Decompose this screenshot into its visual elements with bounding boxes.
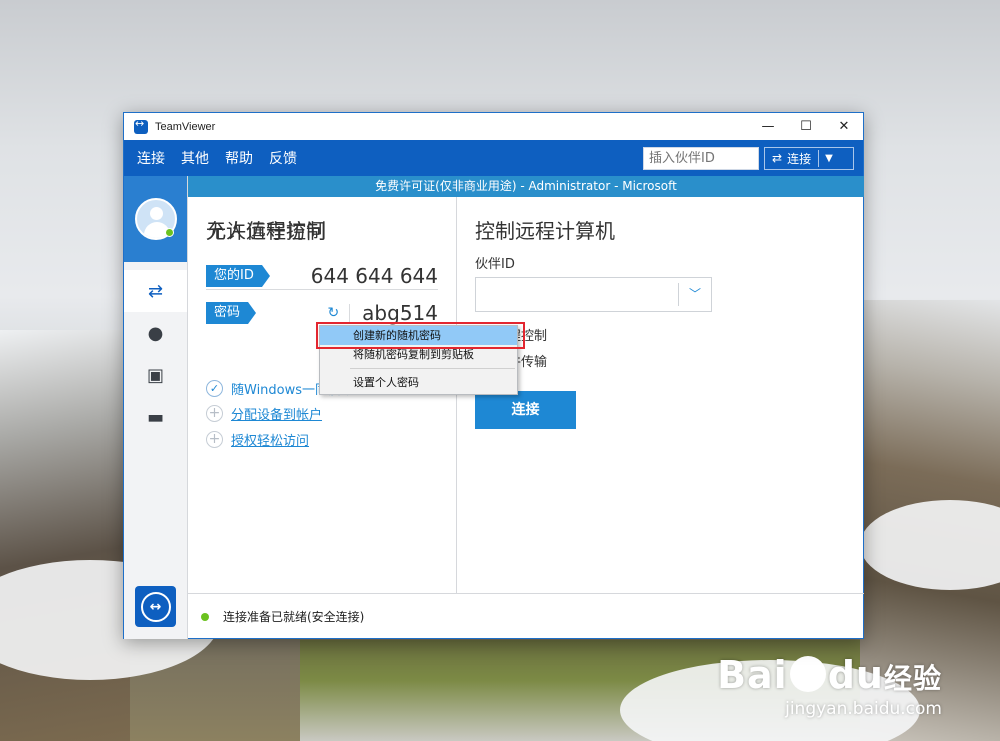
online-status-icon [165, 228, 174, 237]
profile-area[interactable] [124, 176, 187, 262]
assign-device-option[interactable]: + 分配设备到帐户 [206, 403, 322, 423]
unattended-access-title: 无人值守访问 [206, 219, 326, 243]
remote-control-icon[interactable]: ⇄ [124, 270, 187, 312]
refresh-password-icon[interactable]: ↻ [327, 305, 339, 321]
window-title: TeamViewer [155, 120, 216, 133]
divider [349, 303, 351, 322]
status-text: 连接准备已就绪(安全连接) [223, 610, 365, 624]
baidu-url: jingyan.baidu.com [785, 699, 942, 719]
partner-id-label: 伙伴ID [475, 257, 515, 272]
license-banner: 免费许可证(仅非商业用途) - Administrator - Microsof… [188, 176, 864, 197]
menu-bar: 连接 其他 帮助 反馈 ⇄ 连接 ▼ [124, 140, 863, 176]
baidu-watermark: Bai du经验 jingyan.baidu.com [717, 653, 942, 719]
chevron-down-icon[interactable]: ﹀ [679, 278, 711, 311]
menu-extras[interactable]: 其他 [181, 148, 209, 168]
paw-icon [789, 656, 826, 692]
password-label: 密码 [206, 301, 257, 324]
highlight-box [316, 322, 525, 349]
title-bar[interactable]: TeamViewer — ☐ ✕ [124, 113, 863, 140]
option-link[interactable]: 授权轻松访问 [231, 430, 309, 449]
password-value[interactable]: abg514 [362, 301, 438, 325]
partner-id-input[interactable] [476, 278, 678, 311]
your-id-label: 您的ID [206, 265, 270, 287]
menu-connect[interactable]: 连接 [137, 148, 165, 168]
control-remote-panel: 控制远程计算机 伙伴ID ﹀ 远程控制 文件传输 连接 [458, 197, 864, 593]
divider [818, 149, 820, 167]
maximize-button[interactable]: ☐ [787, 113, 825, 140]
menu-item-set-personal-password[interactable]: 设置个人密码 [320, 373, 517, 392]
meeting-icon[interactable]: ● [124, 312, 187, 354]
plus-icon: + [206, 430, 223, 448]
contacts-icon[interactable]: ▣ [124, 354, 187, 396]
teamviewer-home-button[interactable]: ↔ [135, 586, 176, 627]
plus-icon: + [206, 404, 223, 422]
control-remote-title: 控制远程计算机 [475, 219, 615, 243]
close-button[interactable]: ✕ [825, 113, 863, 140]
chat-icon[interactable]: ▬ [124, 396, 187, 438]
status-bar: 连接准备已就绪(安全连接) [188, 593, 864, 639]
menu-feedback[interactable]: 反馈 [269, 148, 297, 168]
minimize-button[interactable]: — [749, 113, 787, 140]
quick-connect-button[interactable]: ⇄ 连接 ▼ [764, 146, 854, 170]
teamviewer-logo-icon [134, 117, 148, 134]
connect-button[interactable]: 连接 [475, 391, 576, 429]
avatar-head [149, 207, 163, 220]
your-id-value[interactable]: 644 644 644 [311, 264, 438, 288]
menu-separator [350, 368, 515, 369]
teamviewer-logo-icon: ↔ [140, 591, 171, 622]
menu-help[interactable]: 帮助 [225, 148, 253, 168]
allow-remote-panel: 允许远程控制 您的ID 644 644 644 密码 ↻ abg514 无人值守… [188, 197, 457, 593]
partner-id-quick-input[interactable] [643, 146, 759, 170]
window-controls: — ☐ ✕ [749, 113, 863, 140]
chevron-down-icon[interactable]: ▼ [825, 153, 833, 164]
checkmark-icon[interactable]: ✓ [206, 379, 223, 397]
option-link[interactable]: 分配设备到帐户 [231, 404, 322, 423]
quick-connect-label: 连接 [787, 151, 812, 166]
your-id-row: 您的ID 644 644 644 [206, 263, 438, 290]
swap-arrows-icon: ⇄ [772, 151, 783, 165]
desktop-mountain-left [0, 330, 130, 741]
partner-id-combobox[interactable]: ﹀ [475, 277, 712, 312]
status-ready-icon [201, 612, 209, 621]
sidebar: ⇄ ● ▣ ▬ ↔ [124, 176, 188, 639]
easy-access-option[interactable]: + 授权轻松访问 [206, 429, 309, 449]
baidu-logo: Bai du经验 [717, 653, 942, 697]
